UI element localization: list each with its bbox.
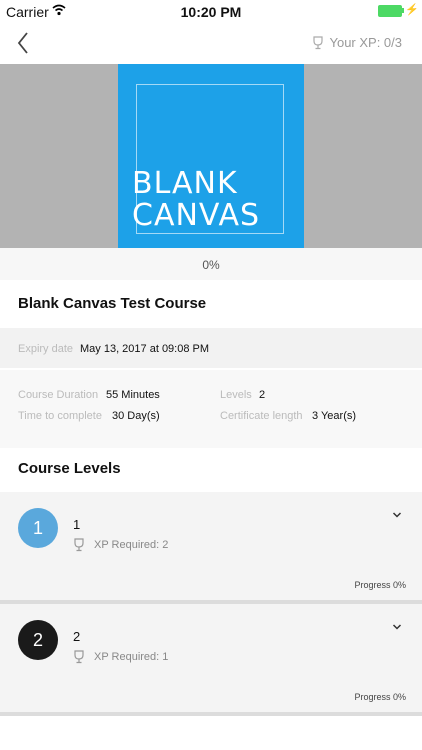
trophy-icon <box>74 650 84 664</box>
level-progress: Progress 0% <box>354 580 406 590</box>
level-number-badge: 2 <box>18 620 58 660</box>
certificate-length-value: 3 Year(s) <box>312 410 357 422</box>
duration-value: 55 Minutes <box>106 389 160 401</box>
divider <box>0 712 422 716</box>
level-card[interactable]: 2 2 XP Required: 1 Progress 0% <box>0 604 422 712</box>
course-title-section: Blank Canvas Test Course <box>0 280 422 326</box>
course-details: Course Duration 55 Minutes Levels 2 Time… <box>0 370 422 448</box>
xp-indicator: Your XP: 0/3 <box>311 35 402 50</box>
status-time: 10:20 PM <box>180 4 242 20</box>
chevron-down-icon[interactable] <box>392 511 402 519</box>
logo-text: BLANK CANVAS <box>132 166 261 233</box>
time-to-complete-value: 30 Day(s) <box>112 410 160 422</box>
course-hero-image: BLANK CANVAS <box>0 64 422 248</box>
xp-required-text: XP Required: 1 <box>94 651 169 663</box>
chevron-down-icon[interactable] <box>392 623 402 631</box>
duration-label: Course Duration <box>18 389 99 401</box>
xp-required: XP Required: 2 <box>72 538 168 552</box>
expiry-value: May 13, 2017 at 09:08 PM <box>80 343 210 355</box>
xp-text: Your XP: 0/3 <box>329 35 402 50</box>
back-chevron-icon[interactable] <box>14 30 32 56</box>
status-bar: Carrier 10:20 PM ⚡ <box>0 0 422 22</box>
xp-required-text: XP Required: 2 <box>94 539 169 551</box>
course-progress: 0% <box>0 248 422 280</box>
level-number-badge: 1 <box>18 508 58 548</box>
trophy-icon <box>74 538 84 552</box>
level-progress: Progress 0% <box>354 692 406 702</box>
level-name: 2 <box>73 629 81 644</box>
time-to-complete-label: Time to complete <box>18 410 102 422</box>
xp-required: XP Required: 1 <box>72 650 168 664</box>
nav-bar: Your XP: 0/3 <box>0 22 422 64</box>
level-card[interactable]: 1 1 XP Required: 2 Progress 0% <box>0 492 422 600</box>
levels-label: Levels <box>220 389 252 401</box>
levels-value: 2 <box>259 389 266 401</box>
course-levels-heading-section: Course Levels <box>0 448 422 492</box>
expiry-label: Expiry date <box>18 343 74 355</box>
blank-canvas-logo: BLANK CANVAS <box>118 64 304 248</box>
course-levels-heading: Course Levels <box>18 460 121 477</box>
expiry-row: Expiry date May 13, 2017 at 09:08 PM <box>0 328 422 368</box>
level-name: 1 <box>73 517 81 532</box>
course-title: Blank Canvas Test Course <box>18 295 207 312</box>
charging-icon: ⚡ <box>405 4 419 16</box>
trophy-icon <box>313 35 324 49</box>
battery-icon: ⚡ <box>378 4 419 17</box>
certificate-length-label: Certificate length <box>220 410 303 422</box>
